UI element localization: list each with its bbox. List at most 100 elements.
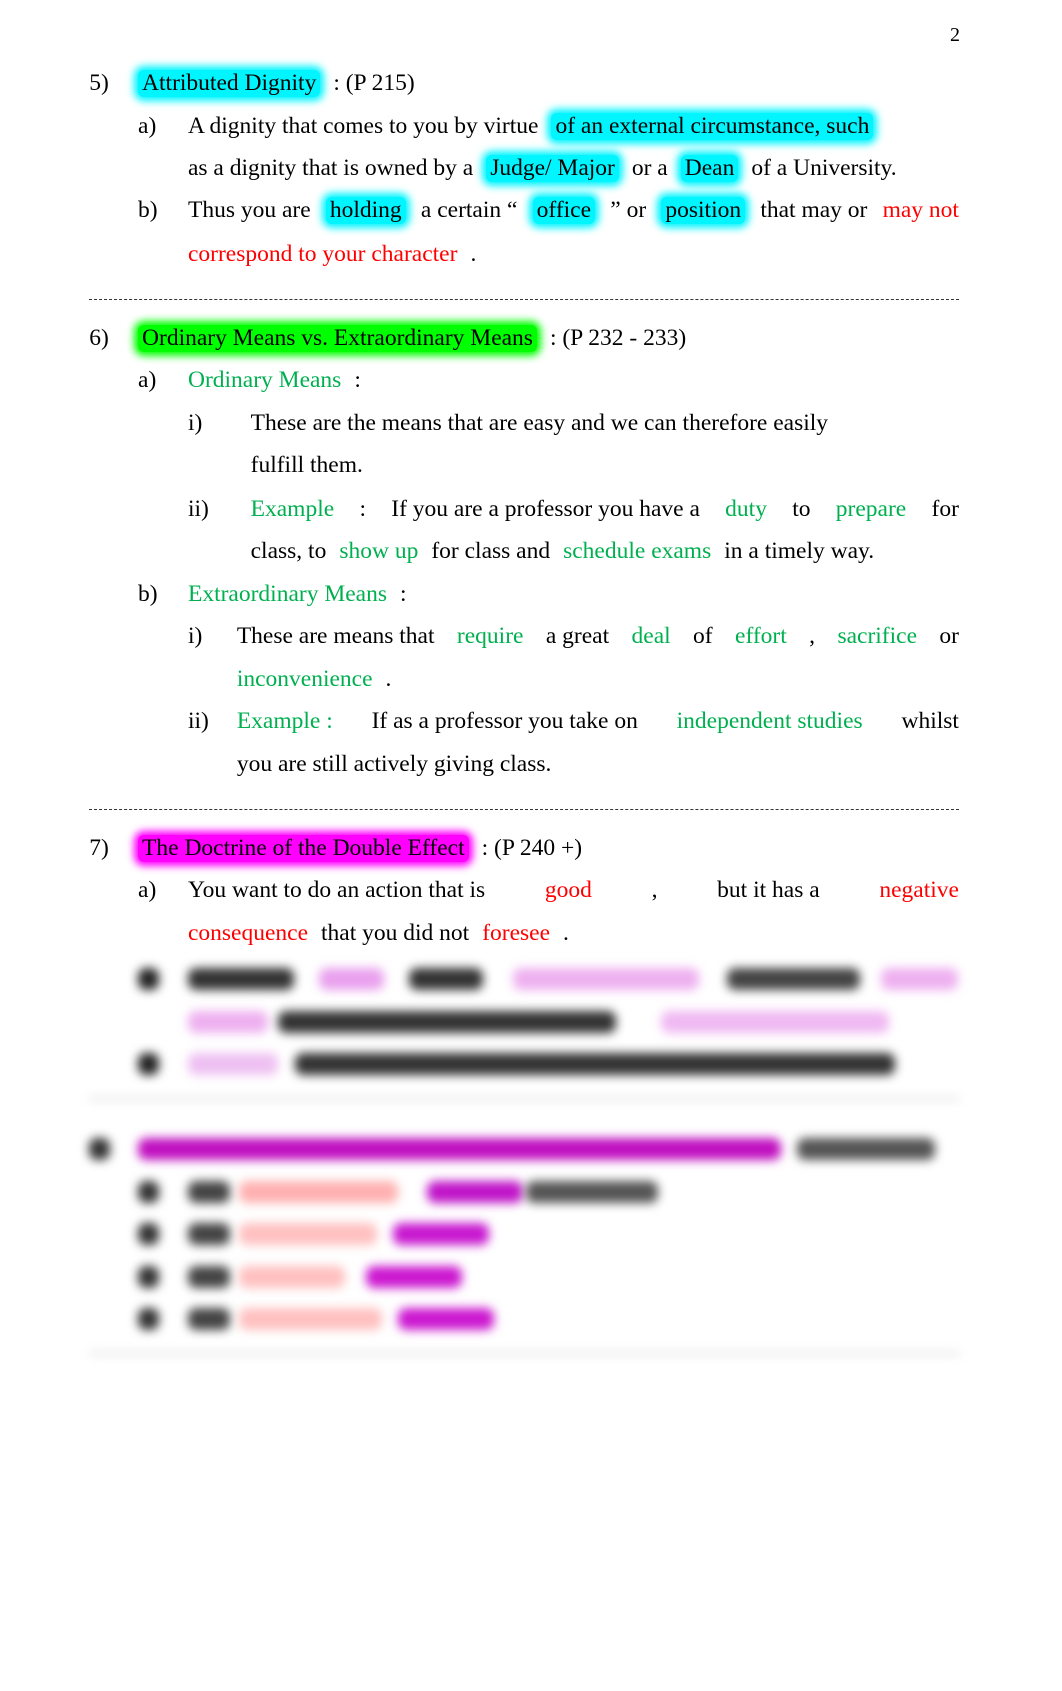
text-line: you are still actively giving class. bbox=[237, 751, 552, 781]
item-label: 5) bbox=[89, 70, 109, 97]
colored-term: effort bbox=[735, 623, 787, 650]
text-segment: a certain “ bbox=[420, 197, 518, 224]
colored-term: Extraordinary Means bbox=[187, 580, 387, 607]
highlighted-term: holding bbox=[325, 197, 406, 225]
colored-term: correspond to your character bbox=[187, 241, 458, 267]
colored-term: require bbox=[456, 623, 524, 650]
obscured-content bbox=[138, 1053, 160, 1076]
section-divider bbox=[89, 299, 959, 301]
obscured-content bbox=[366, 1265, 462, 1288]
text-segment: . bbox=[385, 665, 392, 692]
text-segment: These are means that bbox=[236, 623, 435, 650]
text-segment: These are the means that are easy and we… bbox=[250, 409, 829, 436]
obscured-content bbox=[660, 1010, 889, 1033]
obscured-content bbox=[187, 1265, 231, 1288]
obscured-content bbox=[238, 1265, 346, 1288]
obscured-content bbox=[238, 1180, 399, 1203]
text-segment: If as a professor you take on bbox=[371, 708, 638, 735]
colored-term: good bbox=[544, 877, 592, 904]
text-line: correspond to your character. bbox=[188, 241, 476, 271]
text-segment: : bbox=[354, 367, 361, 394]
obscured-content bbox=[187, 1010, 268, 1033]
text-segment: . bbox=[563, 919, 569, 946]
text-line: The Doctrine of the Double Effect: (P 24… bbox=[138, 834, 583, 865]
obscured-content bbox=[187, 1053, 279, 1076]
colored-term: may not bbox=[882, 197, 959, 224]
text-line: These are means that require a great deal of… bbox=[237, 623, 959, 653]
item-label: b) bbox=[138, 580, 158, 607]
item-label: a) bbox=[138, 877, 157, 904]
text-segment: Thus you are bbox=[187, 197, 311, 224]
text-segment: : (P 232 - 233) bbox=[549, 324, 687, 351]
text-segment: If you are a professor you have a bbox=[391, 495, 700, 522]
text-line: Extraordinary Means: bbox=[188, 581, 407, 611]
obscured-content bbox=[89, 1138, 111, 1161]
colored-term: consequence bbox=[187, 919, 309, 946]
obscured-content bbox=[138, 1265, 160, 1288]
item-label: i) bbox=[187, 409, 203, 436]
section-divider bbox=[89, 809, 959, 811]
colored-term: schedule exams bbox=[563, 538, 712, 565]
colored-term: sacrifice bbox=[837, 623, 918, 650]
text-line: as a dignity that is owned by a Judge/ Ma… bbox=[188, 154, 897, 185]
text-segment: , bbox=[651, 877, 658, 904]
text-segment: for bbox=[931, 495, 959, 522]
obscured-content bbox=[881, 968, 958, 991]
highlighted-term: Attributed Dignity bbox=[138, 70, 321, 98]
text-line: inconvenience. bbox=[237, 666, 392, 696]
item-label: b) bbox=[138, 197, 158, 224]
item-label: i) bbox=[187, 623, 203, 650]
obscured-content bbox=[187, 968, 295, 991]
text-segment: A dignity that comes to you by virtue bbox=[187, 112, 539, 139]
text-line: Example: If you are a professor you have … bbox=[251, 496, 959, 526]
text-segment: class, to bbox=[250, 538, 327, 565]
text-line: You want to do an action that is good, but… bbox=[188, 877, 959, 907]
text-segment: or bbox=[939, 623, 959, 650]
obscured-content bbox=[187, 1180, 231, 1203]
text-segment: that may or bbox=[760, 197, 868, 224]
text-segment: . bbox=[470, 241, 477, 267]
colored-term: foresee bbox=[482, 919, 551, 946]
obscured-content bbox=[727, 968, 861, 991]
item-label: 6) bbox=[89, 324, 109, 351]
obscured-content bbox=[512, 968, 699, 991]
obscured-content bbox=[187, 1308, 231, 1330]
colored-term: Example bbox=[250, 495, 335, 522]
obscured-content bbox=[89, 1351, 961, 1355]
colored-term: prepare bbox=[835, 495, 907, 522]
text-line: Thus you are holding a certain “ office ” or… bbox=[188, 197, 959, 227]
text-line: Example : If as a professor you take on in… bbox=[237, 708, 959, 738]
colored-term: independent studies bbox=[676, 708, 863, 735]
text-segment: : (P 240 +) bbox=[481, 834, 583, 861]
colored-term: Ordinary Means bbox=[187, 367, 342, 394]
obscured-content bbox=[426, 1180, 523, 1203]
highlighted-term: office bbox=[532, 197, 596, 225]
obscured-content bbox=[238, 1308, 383, 1330]
highlighted-term: Ordinary Means vs. Extraordinary Means bbox=[138, 324, 537, 352]
text-line: class, to show up for class and schedule ex… bbox=[251, 538, 875, 568]
obscured-content bbox=[408, 968, 484, 991]
text-segment: in a timely way. bbox=[724, 538, 875, 565]
text-line: Ordinary Means vs. Extraordinary Means : … bbox=[138, 324, 687, 355]
obscured-content bbox=[525, 1180, 659, 1203]
colored-term: deal bbox=[631, 623, 671, 650]
text-segment: : (P 215) bbox=[333, 70, 415, 97]
obscured-content bbox=[138, 1223, 160, 1246]
text-segment: of a University. bbox=[751, 154, 897, 181]
obscured-content bbox=[392, 1223, 489, 1246]
text-segment: fulfill them. bbox=[250, 452, 363, 479]
item-label: a) bbox=[138, 112, 157, 139]
obscured-content bbox=[398, 1308, 494, 1330]
obscured-content bbox=[318, 968, 385, 991]
text-line: Attributed Dignity : (P 215) bbox=[138, 70, 415, 100]
text-line: Ordinary Means: bbox=[188, 367, 361, 397]
text-line: fulfill them. bbox=[251, 452, 363, 482]
text-segment: ” or bbox=[610, 197, 647, 224]
text-segment: : bbox=[359, 495, 366, 522]
text-segment: for class and bbox=[431, 538, 551, 565]
text-segment: but it has a bbox=[717, 877, 820, 904]
colored-term: show up bbox=[339, 538, 419, 565]
text-segment: a great bbox=[545, 623, 610, 650]
colored-term: duty bbox=[725, 495, 767, 522]
text-segment: or a bbox=[631, 154, 668, 181]
